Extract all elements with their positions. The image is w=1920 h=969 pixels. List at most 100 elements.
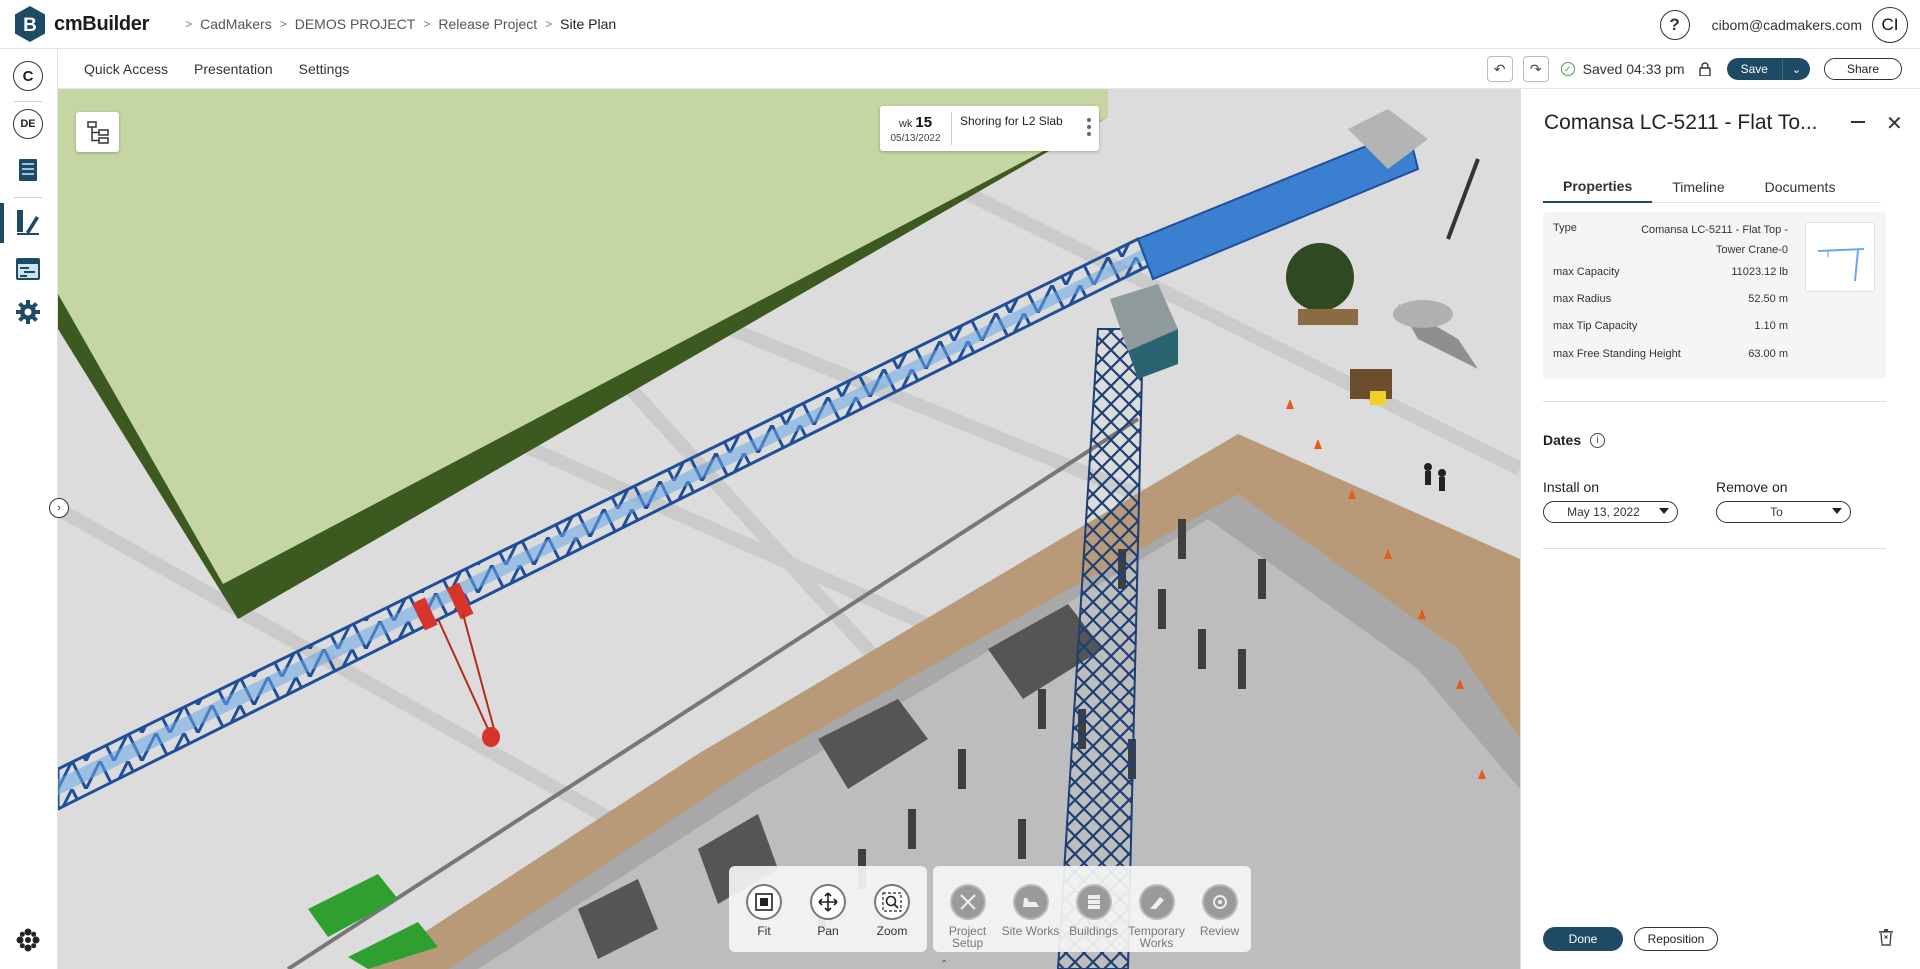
chevron-right-icon: ›: [57, 502, 61, 514]
redo-button[interactable]: ↷: [1522, 56, 1549, 82]
redo-icon: ↷: [1529, 60, 1542, 77]
menu-settings[interactable]: Settings: [299, 61, 350, 77]
expand-rail-button[interactable]: ›: [49, 498, 69, 518]
review-label: Review: [1199, 924, 1240, 938]
fit-icon: [746, 884, 782, 920]
week-indicator[interactable]: wk 15 05/13/2022: [880, 112, 952, 145]
property-row: Type Comansa LC-5211 - Flat Top - Tower …: [1553, 222, 1788, 262]
top-right-controls: ? cibom@cadmakers.com CI: [1659, 0, 1908, 49]
3d-viewport[interactable]: ⌃: [58, 89, 1520, 969]
gear-icon: [16, 300, 40, 324]
rail-divider: [14, 101, 42, 102]
pan-label: Pan: [817, 924, 839, 938]
rail-item-documents[interactable]: [13, 155, 43, 185]
reposition-button[interactable]: Reposition: [1634, 927, 1718, 951]
buildings-tool[interactable]: Buildings: [1062, 884, 1125, 937]
chevron-right-icon: >: [185, 17, 193, 31]
chevron-right-icon: >: [545, 17, 553, 31]
company-switcher[interactable]: C: [13, 61, 43, 91]
save-status: ✓ Saved 04:33 pm: [1560, 61, 1685, 77]
app-name: cmBuilder: [54, 12, 150, 35]
pan-tool[interactable]: Pan: [796, 884, 860, 937]
view-tools: Fit Pan Zoom: [729, 866, 927, 952]
fit-label: Fit: [757, 924, 771, 938]
menu-presentation[interactable]: Presentation: [194, 61, 273, 77]
trash-icon[interactable]: [1879, 929, 1893, 946]
tab-timeline[interactable]: Timeline: [1652, 171, 1744, 203]
site-3d-scene[interactable]: [58, 89, 1520, 969]
project-setup-icon: [949, 884, 986, 920]
project-setup-tool[interactable]: Project Setup: [936, 884, 999, 949]
schedule-icon: [16, 258, 40, 280]
panel-tabs: Properties Timeline Documents: [1543, 171, 1881, 203]
user-email[interactable]: cibom@cadmakers.com: [1712, 17, 1862, 33]
close-icon[interactable]: ✕: [1886, 111, 1903, 136]
zoom-label: Zoom: [876, 924, 908, 938]
install-date-select[interactable]: May 13, 2022: [1543, 501, 1678, 523]
caret-down-icon: [1832, 508, 1842, 514]
panel-title: Comansa LC-5211 - Flat To...: [1544, 111, 1818, 134]
property-key: max Free Standing Height: [1553, 348, 1681, 360]
current-task: Shoring for L2 Slab: [960, 114, 1063, 128]
info-icon[interactable]: i: [1590, 433, 1605, 448]
svg-text:B: B: [23, 15, 37, 36]
temporary-works-tool[interactable]: Temporary Works: [1125, 884, 1188, 949]
rail-user[interactable]: DE: [13, 109, 43, 139]
properties-panel: Comansa LC-5211 - Flat To... ✕ Propertie…: [1520, 89, 1920, 969]
app-logo[interactable]: B cmBuilder: [14, 6, 149, 42]
user-initials-badge: DE: [13, 109, 43, 139]
rail-item-site-plan[interactable]: [13, 207, 43, 237]
property-key: max Radius: [1553, 293, 1612, 305]
remove-date-select[interactable]: To: [1716, 501, 1851, 523]
check-circle-icon: ✓: [1560, 62, 1575, 76]
breadcrumb-current: Site Plan: [560, 16, 617, 32]
done-button[interactable]: Done: [1543, 927, 1623, 951]
help-button[interactable]: ?: [1659, 9, 1690, 40]
crane-thumbnail: [1805, 222, 1875, 292]
mode-tools: Project Setup Site Works Buildings Tempo…: [933, 866, 1251, 952]
dates-section-title: Dates: [1543, 432, 1582, 448]
review-tool[interactable]: Review: [1188, 884, 1251, 937]
tab-documents[interactable]: Documents: [1745, 171, 1856, 203]
rail-item-apps[interactable]: [13, 925, 43, 955]
chevron-up-icon[interactable]: ⌃: [940, 959, 948, 969]
property-key: max Tip Capacity: [1553, 320, 1638, 332]
section-divider: [1543, 548, 1886, 549]
chevron-right-icon: >: [423, 17, 431, 31]
breadcrumb-company[interactable]: CadMakers: [200, 16, 272, 32]
avatar[interactable]: CI: [1872, 6, 1908, 43]
week-prefix: wk: [898, 117, 913, 130]
site-plan-pen-icon: [17, 210, 39, 235]
property-key: Type: [1553, 222, 1577, 234]
warning-sign: [1370, 391, 1386, 405]
remove-label: Remove on: [1716, 479, 1788, 495]
share-button[interactable]: Share: [1823, 58, 1902, 80]
site-works-tool[interactable]: Site Works: [999, 884, 1062, 937]
save-options-button[interactable]: ⌄: [1781, 58, 1810, 80]
more-options-icon[interactable]: [1087, 118, 1091, 139]
zoom-tool[interactable]: Zoom: [860, 884, 924, 937]
document-icon: [19, 159, 37, 181]
breadcrumb-project[interactable]: DEMOS PROJECT: [295, 16, 416, 32]
apps-flower-icon: [16, 928, 40, 952]
pan-icon: [810, 884, 846, 920]
review-icon: [1201, 884, 1238, 920]
week-date: 05/13/2022: [890, 132, 941, 144]
menu-quick-access[interactable]: Quick Access: [84, 61, 168, 77]
lock-icon[interactable]: [1698, 62, 1711, 77]
properties-table: Type Comansa LC-5211 - Flat Top - Tower …: [1543, 212, 1886, 379]
minimize-icon[interactable]: [1851, 121, 1865, 123]
remove-date-value: To: [1770, 505, 1783, 519]
save-button[interactable]: Save: [1726, 58, 1782, 80]
rail-item-schedule[interactable]: [13, 254, 43, 284]
fit-tool[interactable]: Fit: [732, 884, 796, 937]
model-tree-button[interactable]: [76, 112, 119, 152]
undo-button[interactable]: ↶: [1486, 56, 1513, 82]
document-actions: ↶ ↷ ✓ Saved 04:33 pm Save ⌄ Share: [1477, 49, 1902, 89]
breadcrumb-release[interactable]: Release Project: [438, 16, 537, 32]
tab-properties[interactable]: Properties: [1543, 171, 1653, 203]
property-value: 63.00 m: [1748, 348, 1788, 360]
schedule-week-card[interactable]: wk 15 05/13/2022 Shoring for L2 Slab: [880, 106, 1099, 151]
property-key: max Capacity: [1553, 266, 1620, 278]
rail-item-settings[interactable]: [13, 297, 43, 327]
